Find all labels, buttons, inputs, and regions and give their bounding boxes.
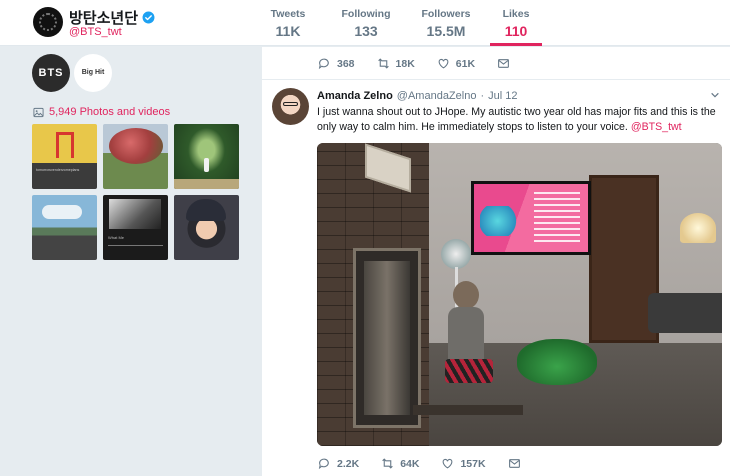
- tweet-photo[interactable]: [317, 143, 722, 446]
- stat-label: Followers: [421, 8, 471, 20]
- stat-value: 15.5M: [426, 23, 466, 39]
- reply-icon: [318, 58, 329, 70]
- photo-thumbnail[interactable]: tomorrowvenderzomeplans: [32, 124, 97, 189]
- photos-videos-link[interactable]: 5,949 Photos and videos: [33, 106, 170, 118]
- reply-icon: [318, 458, 329, 470]
- thumb-caption: tomorrowvenderzomeplans: [36, 168, 80, 172]
- tweet-header: Amanda Zelno @AmandaZelno · Jul 12: [317, 90, 517, 102]
- like-count: 61K: [455, 57, 476, 70]
- stat-value: 133: [354, 23, 378, 39]
- retweet-icon: [377, 58, 389, 69]
- verified-badge-icon: [142, 11, 155, 24]
- author-handle[interactable]: @AmandaZelno: [397, 90, 477, 102]
- stat-label: Tweets: [270, 8, 306, 20]
- like-button[interactable]: 61K: [437, 57, 475, 70]
- author-avatar[interactable]: [272, 88, 309, 125]
- tweet-actions: 2.2K 64K 157K: [318, 457, 543, 470]
- author-name[interactable]: Amanda Zelno: [317, 90, 393, 102]
- retweet-count: 64K: [400, 457, 420, 470]
- like-button[interactable]: 157K: [441, 457, 486, 470]
- stat-value: 11K: [275, 23, 301, 39]
- profile-handle[interactable]: @BTS_twt: [69, 26, 122, 38]
- photo-thumbnail[interactable]: [174, 195, 239, 260]
- stat-followers[interactable]: Followers 15.5M: [412, 0, 480, 46]
- photo-thumbnail[interactable]: [32, 195, 97, 260]
- profile-name[interactable]: 방탄소년단: [69, 7, 138, 28]
- tv-screen: [471, 181, 591, 255]
- photo-thumbnail[interactable]: [174, 124, 239, 189]
- heart-icon: [443, 458, 453, 469]
- tweet-feed: 368 18K 61K Amanda Zelno @AmandaZelno · …: [262, 47, 730, 476]
- tweet-date[interactable]: Jul 12: [488, 90, 517, 102]
- stat-tweets[interactable]: Tweets 11K: [262, 0, 314, 46]
- image-icon: [33, 107, 44, 117]
- retweet-icon: [382, 458, 393, 469]
- stat-following[interactable]: Following 133: [326, 0, 406, 46]
- thumb-caption: What Me: [108, 235, 125, 240]
- meta-separator: ·: [480, 90, 485, 102]
- direct-message-button[interactable]: [508, 457, 521, 470]
- retweet-button[interactable]: 18K: [377, 57, 415, 70]
- reply-button[interactable]: 368: [318, 57, 355, 70]
- stat-value: 110: [504, 23, 528, 39]
- profile-nav: 방탄소년단 @BTS_twt Tweets 11K Following 133 …: [0, 0, 730, 46]
- photo-thumbnail[interactable]: [103, 124, 168, 189]
- bighit-chip-label: Big Hit: [81, 69, 105, 77]
- stat-label: Following: [341, 8, 391, 20]
- photos-videos-label: 5,949 Photos and videos: [49, 106, 171, 118]
- retweet-count: 18K: [395, 57, 415, 70]
- reply-button[interactable]: 2.2K: [318, 457, 359, 470]
- tweet-mention-link[interactable]: @BTS_twt: [631, 121, 682, 133]
- stat-label: Likes: [502, 8, 530, 20]
- photo-grid: tomorrowvenderzomeplans What Me: [32, 124, 239, 260]
- photo-thumbnail[interactable]: What Me: [103, 195, 168, 260]
- profile-avatar[interactable]: [33, 7, 63, 37]
- tweet-divider: [262, 79, 730, 80]
- retweet-button[interactable]: 64K: [381, 457, 419, 470]
- heart-icon: [438, 58, 449, 69]
- bts-account-chip[interactable]: BTS: [32, 54, 70, 92]
- reply-count: 2.2K: [337, 457, 360, 470]
- reply-count: 368: [337, 57, 355, 70]
- direct-message-button[interactable]: [497, 57, 510, 70]
- stat-likes[interactable]: Likes 110: [490, 0, 542, 46]
- left-sidebar: BTS Big Hit 5,949 Photos and videos tomo…: [0, 47, 260, 476]
- profile-stats: Tweets 11K Following 133 Followers 15.5M…: [262, 0, 542, 46]
- envelope-icon: [498, 59, 509, 68]
- envelope-icon: [508, 459, 520, 468]
- prev-tweet-actions: 368 18K 61K: [318, 57, 532, 70]
- tweet-text: I just wanna shout out to JHope. My auti…: [317, 105, 721, 135]
- bighit-account-chip[interactable]: Big Hit: [74, 54, 112, 92]
- profile-name-row[interactable]: 방탄소년단: [69, 7, 155, 28]
- chevron-down-icon[interactable]: [710, 90, 720, 100]
- like-count: 157K: [460, 457, 486, 470]
